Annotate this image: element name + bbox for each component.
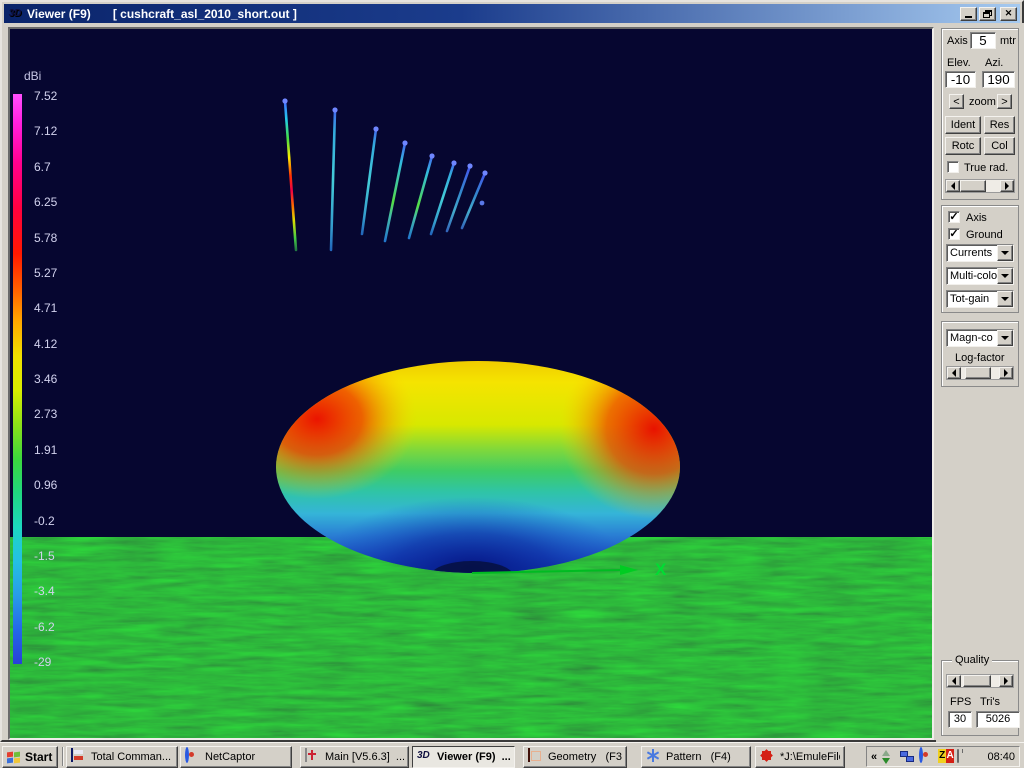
view-scrollbar[interactable]	[945, 179, 1015, 193]
3d-viewport[interactable]: X dBi 7.52 7.12 6.7 6.25 5.78 5.27 4.71 …	[8, 27, 934, 740]
chevron-down-icon[interactable]	[997, 291, 1013, 307]
elev-label: Elev.	[947, 57, 971, 69]
windows-logo-icon	[7, 751, 21, 764]
zoom-label: zoom	[969, 96, 996, 108]
scroll-right-icon[interactable]	[999, 675, 1013, 687]
axis-checkbox[interactable]: ✓	[948, 211, 960, 223]
window-title: Viewer (F9)	[27, 7, 91, 21]
azi-label: Azi.	[985, 57, 1003, 69]
clock: 08:40	[987, 751, 1015, 763]
element-tip-dot	[480, 201, 485, 206]
taskbar: Start Total Comman... NetCaptor Main [V5…	[0, 742, 1024, 768]
minimize-icon	[965, 16, 972, 18]
taskbar-item-3d-viewer[interactable]: 3D Viewer (F9) ...	[412, 746, 515, 768]
chevron-down-icon[interactable]	[997, 268, 1013, 284]
azimuth-input[interactable]	[982, 71, 1015, 88]
taskbar-item-total-commander[interactable]: Total Comman...	[66, 746, 178, 768]
system-tray: « ZA 08:40	[866, 746, 1020, 767]
3d-viewer-icon: 3D	[417, 750, 430, 761]
element-tip-dot	[429, 153, 434, 158]
element-tip-dot	[467, 163, 472, 168]
window-document-title: [ cushcraft_asl_2010_short.out ]	[113, 7, 297, 21]
element-tip-dot	[402, 140, 407, 145]
fps-value: 30	[948, 711, 972, 728]
taskbar-divider	[62, 747, 64, 766]
element-tip-dot	[332, 107, 337, 112]
main-app-icon	[305, 748, 307, 762]
ground-checkbox-label: Ground	[966, 229, 1003, 241]
restore-icon	[983, 10, 992, 18]
scroll-left-icon[interactable]	[947, 675, 961, 687]
total-commander-icon	[71, 748, 73, 762]
scroll-right-icon[interactable]	[999, 367, 1013, 379]
fps-label: FPS	[950, 696, 971, 708]
taskbar-item-main[interactable]: Main [V5.6.3] ...	[300, 746, 409, 768]
scroll-thumb[interactable]	[960, 180, 986, 192]
element-tip-dot	[373, 126, 378, 131]
quality-group-label: Quality	[952, 654, 992, 666]
res-button[interactable]: Res	[984, 116, 1015, 134]
axis-length-input[interactable]	[970, 32, 996, 49]
minimize-button[interactable]	[960, 7, 977, 21]
restore-button[interactable]	[979, 7, 996, 21]
scroll-right-icon[interactable]	[1000, 180, 1014, 192]
desktop: 3D Viewer (F9) [ cushcraft_asl_2010_shor…	[0, 0, 1024, 768]
tris-label: Tri's	[980, 696, 1000, 708]
app-3d-icon: 3D	[7, 7, 23, 21]
taskbar-item-geometry[interactable]: Geometry (F3)	[523, 746, 627, 768]
tris-value: 5026	[976, 711, 1020, 728]
element-tip-dot	[482, 170, 487, 175]
log-factor-thumb[interactable]	[965, 367, 991, 379]
taskbar-item-netcaptor[interactable]: NetCaptor	[180, 746, 292, 768]
taskbar-item-emule[interactable]: *J:\EmuleFiles\...	[755, 746, 845, 768]
totgain-dropdown[interactable]: Tot-gain	[946, 290, 1014, 308]
axis-length-label: Axis	[947, 35, 968, 47]
updown-arrows-icon[interactable]	[881, 749, 897, 765]
start-button[interactable]: Start	[2, 746, 58, 768]
tray-chevron[interactable]: «	[871, 751, 877, 763]
scroll-left-icon[interactable]	[947, 367, 961, 379]
viewer-window: 3D Viewer (F9) [ cushcraft_asl_2010_shor…	[0, 0, 1024, 742]
geometry-icon	[528, 748, 530, 762]
chevron-down-icon[interactable]	[997, 330, 1013, 346]
control-panel: Axis mtr Elev. Azi. < zoom > Ident Res R…	[936, 23, 1024, 744]
mouse-icon[interactable]	[957, 749, 959, 763]
multicolor-dropdown[interactable]: Multi-colo	[946, 267, 1014, 285]
view-controls-group	[941, 28, 1019, 200]
currents-dropdown[interactable]: Currents	[946, 244, 1014, 262]
close-button[interactable]: ✕	[1000, 7, 1017, 21]
scroll-left-icon[interactable]	[946, 180, 960, 192]
titlebar[interactable]: 3D Viewer (F9) [ cushcraft_asl_2010_shor…	[4, 4, 1020, 23]
element-tip-dot	[282, 98, 287, 103]
element-tip-dot	[451, 160, 456, 165]
true-rad-label: True rad.	[964, 162, 1008, 174]
x-axis-label: X	[655, 560, 667, 579]
taskbar-item-pattern[interactable]: Pattern (F4)	[641, 746, 751, 768]
zoom-out-button[interactable]: <	[949, 94, 964, 109]
zonealarm-icon[interactable]: ZA	[938, 749, 954, 765]
chevron-down-icon[interactable]	[997, 245, 1013, 261]
magnco-dropdown[interactable]: Magn-co	[946, 329, 1014, 347]
log-factor-slider[interactable]	[946, 366, 1014, 380]
axis-checkbox-label: Axis	[966, 212, 987, 224]
axis-unit-label: mtr	[1000, 35, 1016, 47]
col-button[interactable]: Col	[984, 137, 1015, 155]
netcaptor-icon	[185, 747, 189, 763]
elevation-input[interactable]	[945, 71, 976, 88]
true-rad-checkbox[interactable]	[947, 161, 959, 173]
ident-button[interactable]: Ident	[945, 116, 981, 134]
log-factor-label: Log-factor	[955, 352, 1005, 364]
3d-scene: X	[10, 29, 932, 738]
gain-scale-bar	[13, 94, 22, 664]
netcaptor-tray-icon[interactable]	[919, 747, 923, 763]
quality-thumb[interactable]	[963, 675, 991, 687]
quality-slider[interactable]	[946, 674, 1014, 688]
rotc-button[interactable]: Rotc	[945, 137, 981, 155]
network-computers-icon[interactable]	[900, 749, 916, 765]
ground-checkbox[interactable]: ✓	[948, 228, 960, 240]
zoom-in-button[interactable]: >	[997, 94, 1012, 109]
